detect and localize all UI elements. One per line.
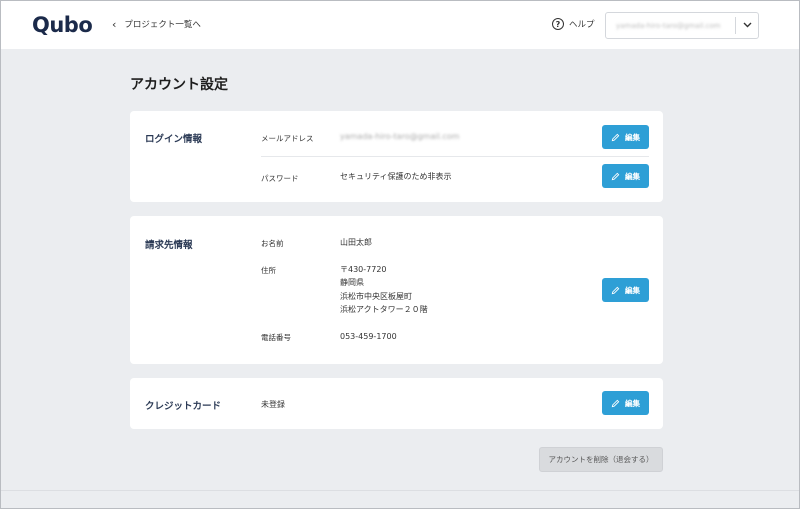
login-info-card: ログイン情報 メールアドレス yamada-hiro-taro@gmail.co… bbox=[130, 111, 663, 202]
edit-password-button[interactable]: 編集 bbox=[602, 164, 649, 188]
edit-label: 編集 bbox=[625, 398, 640, 408]
row-divider bbox=[261, 156, 649, 157]
address-value: 〒430-7720 静岡県 浜松市中央区板屋町 浜松アクトタワー２０階 bbox=[340, 263, 428, 316]
credit-card-title: クレジットカード bbox=[145, 401, 222, 412]
account-email: yamada-hiro-taro@gmail.com bbox=[616, 21, 721, 30]
account-dropdown[interactable]: yamada-hiro-taro@gmail.com bbox=[605, 12, 759, 39]
back-to-projects-link[interactable]: ‹ プロジェクト一覧へ bbox=[112, 17, 201, 31]
name-value: 山田太郎 bbox=[340, 238, 372, 247]
qubo-logo[interactable]: Qubo bbox=[32, 13, 93, 37]
pencil-icon bbox=[611, 399, 620, 407]
edit-billing-button[interactable]: 編集 bbox=[602, 278, 649, 302]
edit-email-button[interactable]: 編集 bbox=[602, 125, 649, 149]
email-label: メールアドレス bbox=[261, 134, 314, 143]
pencil-icon bbox=[611, 133, 620, 141]
edit-label: 編集 bbox=[625, 285, 640, 295]
name-label: お名前 bbox=[261, 239, 284, 248]
help-circle-icon: ? bbox=[552, 18, 564, 30]
billing-info-title: 請求先情報 bbox=[145, 240, 193, 251]
address-prefecture: 静岡県 bbox=[340, 278, 364, 288]
credit-card-card: クレジットカード 未登録 編集 bbox=[130, 378, 663, 429]
email-value: yamada-hiro-taro@gmail.com bbox=[340, 132, 460, 141]
pencil-icon bbox=[611, 286, 620, 294]
password-value: セキュリティ保護のため非表示 bbox=[340, 172, 452, 181]
password-label: パスワード bbox=[261, 174, 299, 183]
help-label: ヘルプ bbox=[569, 20, 595, 30]
phone-label: 電話番号 bbox=[261, 333, 291, 342]
phone-value: 053-459-1700 bbox=[340, 332, 397, 341]
login-info-title: ログイン情報 bbox=[145, 134, 203, 145]
edit-label: 編集 bbox=[625, 132, 640, 142]
credit-card-status: 未登録 bbox=[261, 400, 285, 409]
top-header: Qubo ‹ プロジェクト一覧へ ? ヘルプ yamada-hiro-taro@… bbox=[1, 1, 799, 49]
billing-info-card: 請求先情報 お名前 山田太郎 住所 〒430-7720 静岡県 浜松市中央区板屋… bbox=[130, 216, 663, 364]
delete-account-button[interactable]: アカウントを削除（退会する） bbox=[539, 447, 663, 472]
address-building: 浜松アクトタワー２０階 bbox=[340, 304, 428, 314]
address-label: 住所 bbox=[261, 266, 276, 275]
chevron-left-icon: ‹ bbox=[112, 17, 117, 31]
address-city: 浜松市中央区板屋町 bbox=[340, 291, 412, 301]
logo-text: Qubo bbox=[32, 13, 93, 37]
address-postal: 〒430-7720 bbox=[340, 265, 387, 274]
chevron-down-icon[interactable] bbox=[736, 20, 758, 31]
edit-credit-card-button[interactable]: 編集 bbox=[602, 391, 649, 415]
footer-divider bbox=[1, 490, 799, 491]
back-link-label: プロジェクト一覧へ bbox=[124, 20, 201, 30]
pencil-icon bbox=[611, 172, 620, 180]
page-title: アカウント設定 bbox=[130, 77, 228, 93]
edit-label: 編集 bbox=[625, 171, 640, 181]
help-link[interactable]: ? ヘルプ bbox=[552, 18, 595, 30]
